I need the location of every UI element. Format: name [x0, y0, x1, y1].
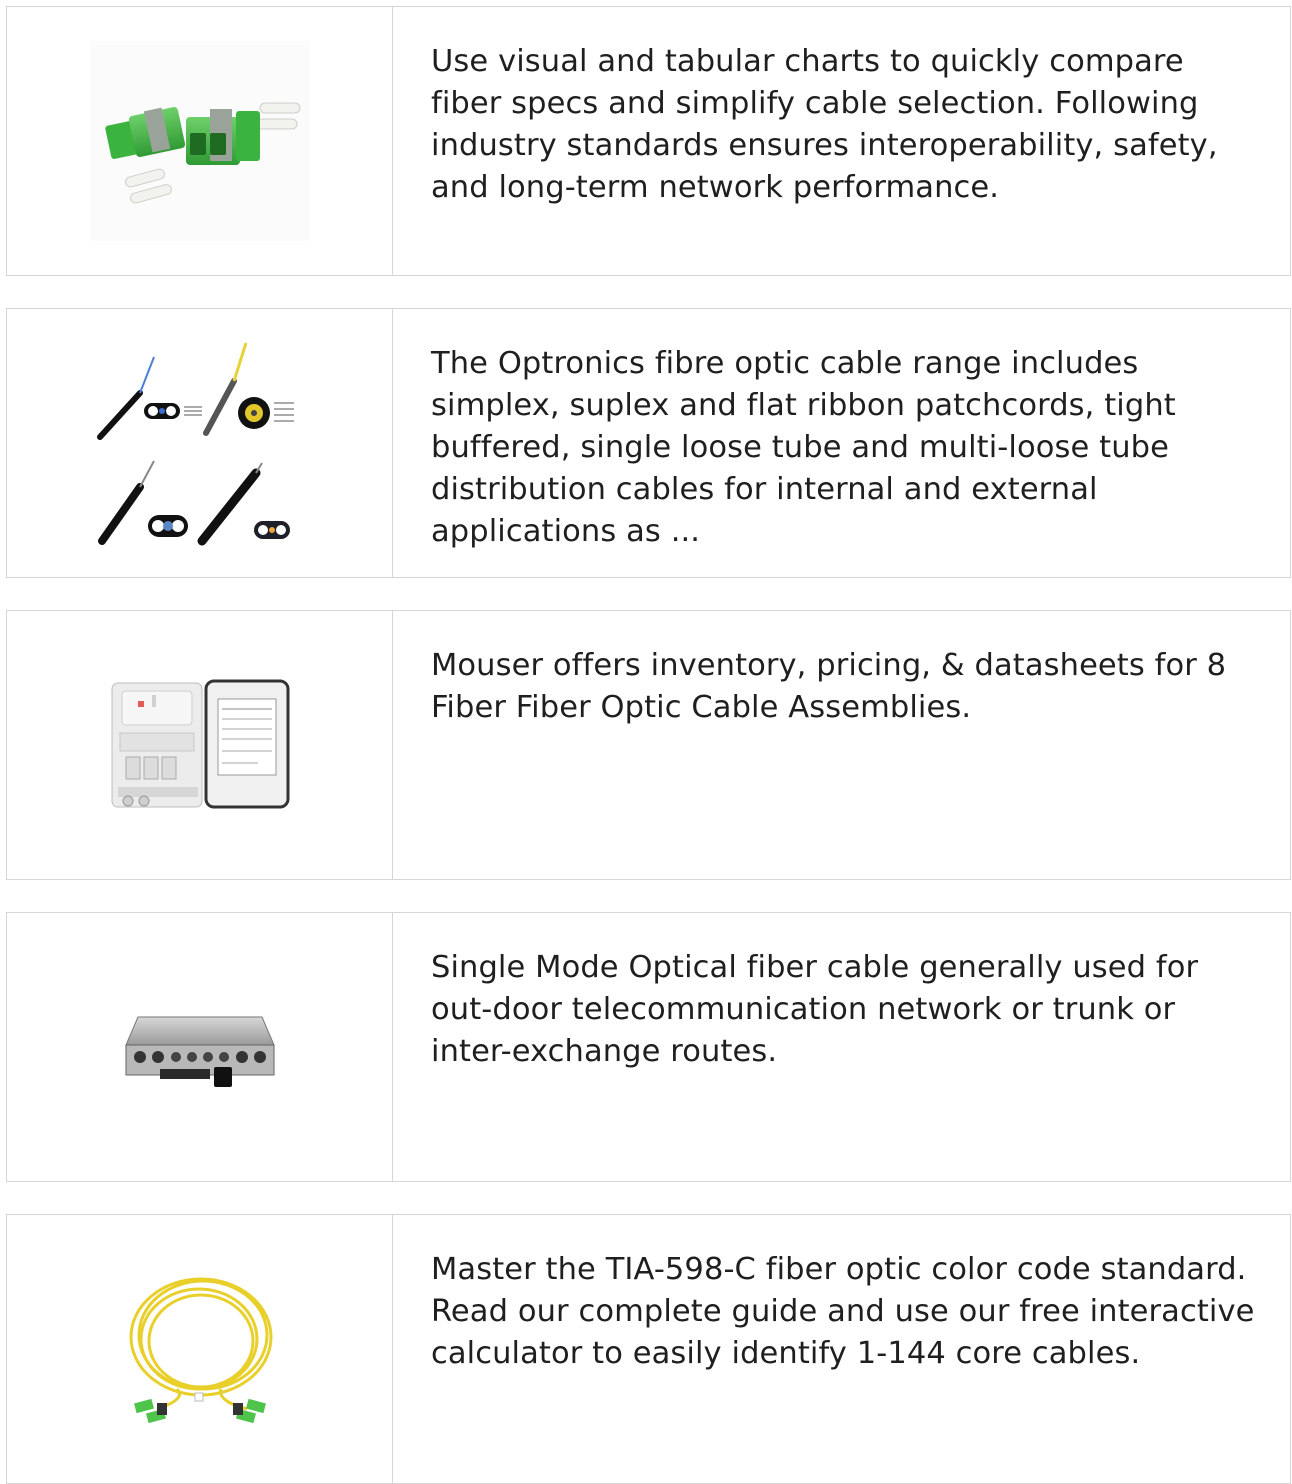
- fiber-optic-drop-cable-cross-sections-image[interactable]: [93, 337, 306, 549]
- thumbnail-cell[interactable]: [7, 913, 393, 1181]
- result-snippet: Master the TIA-598-C fiber optic color c…: [431, 1252, 1255, 1371]
- fiber-terminal-enclosure-image[interactable]: [119, 997, 280, 1097]
- result-snippet: Use visual and tabular charts to quickly…: [431, 44, 1218, 205]
- result-card[interactable]: Use visual and tabular charts to quickly…: [6, 6, 1291, 276]
- result-card[interactable]: The Optronics fibre optic cable range in…: [6, 308, 1291, 578]
- result-card[interactable]: Master the TIA-598-C fiber optic color c…: [6, 1214, 1291, 1484]
- thumbnail-cell[interactable]: [7, 1215, 393, 1483]
- yellow-fiber-patch-cord-image[interactable]: [116, 1269, 283, 1429]
- result-snippet: Single Mode Optical fiber cable generall…: [431, 950, 1199, 1069]
- result-card[interactable]: Single Mode Optical fiber cable generall…: [6, 912, 1291, 1182]
- fiber-distribution-box-image[interactable]: [107, 677, 292, 813]
- thumbnail-cell[interactable]: [7, 611, 393, 879]
- result-snippet: The Optronics fibre optic cable range in…: [431, 346, 1176, 549]
- result-snippet: Mouser offers inventory, pricing, & data…: [431, 648, 1227, 725]
- green-lc-fiber-adapters-image[interactable]: [89, 41, 310, 241]
- result-card[interactable]: Mouser offers inventory, pricing, & data…: [6, 610, 1291, 880]
- thumbnail-cell[interactable]: [7, 7, 393, 275]
- thumbnail-cell[interactable]: [7, 309, 393, 577]
